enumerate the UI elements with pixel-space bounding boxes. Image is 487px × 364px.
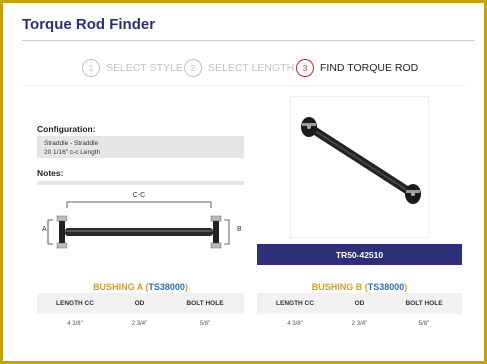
step-select-length[interactable]: 2 SELECT LENGTH <box>184 59 294 77</box>
bushing-b-col-od: OD <box>354 300 365 307</box>
step-label: SELECT LENGTH <box>208 62 295 74</box>
step-number: 2 <box>184 59 202 77</box>
b-bracket <box>224 219 230 245</box>
notes-box <box>37 181 244 185</box>
torque-rod-image <box>290 96 429 238</box>
torque-rod-finder-panel: Torque Rod Finder 1 SELECT STYLE 2 SELEC… <box>0 0 487 364</box>
bushing-a-title-text: BUSHING A ( <box>93 282 149 292</box>
configuration-style: Straddle - Straddle <box>44 140 99 147</box>
bushing-a-title-close: ) <box>184 282 188 292</box>
bushing-a-title: BUSHING A (TS38000) <box>37 282 244 292</box>
bushing-b-col-length: LENGTH CC <box>276 300 314 307</box>
step-find-torque-rod[interactable]: 3 FIND TORQUE ROD <box>296 59 418 77</box>
torque-rod-photo <box>301 117 421 204</box>
step-label: FIND TORQUE ROD <box>320 62 419 74</box>
torque-rod-side-view <box>56 215 222 249</box>
bushing-a-bolt-hole-value: 5/8" <box>199 321 211 327</box>
notes-heading: Notes: <box>37 168 64 178</box>
cc-bracket <box>66 201 212 208</box>
bushing-b-table-row: 4 3/8" 2 3/4" 5/8" <box>257 317 462 331</box>
title-divider <box>22 40 475 41</box>
bushing-a-od-value: 2 3/4" <box>131 321 148 327</box>
page-title: Torque Rod Finder <box>22 16 156 33</box>
cc-label: C-C <box>133 192 145 199</box>
bushing-b-title-text: BUSHING B ( <box>311 282 368 292</box>
step-number: 1 <box>82 59 100 77</box>
a-bracket <box>47 219 53 245</box>
step-number: 3 <box>296 59 314 77</box>
configuration-length: 20 1/16" c-c Length <box>44 149 101 156</box>
bushing-b-title-close: ) <box>404 282 408 292</box>
part-number-button[interactable]: TR50-42510 <box>257 244 462 265</box>
bushing-b-part-link[interactable]: TS38000 <box>368 282 405 292</box>
a-label: A <box>42 226 47 233</box>
bushing-a-col-od: OD <box>134 300 145 307</box>
bushing-a-table-row: 4 3/8" 2 3/4" 5/8" <box>37 317 244 331</box>
bushing-b-col-bolt-hole: BOLT HOLE <box>405 300 443 307</box>
bushing-b-bolt-hole-value: 5/8" <box>418 321 430 327</box>
configuration-box: Straddle - Straddle 20 1/16" c-c Length <box>37 136 244 158</box>
bushing-a-part-link[interactable]: TS38000 <box>148 282 185 292</box>
bushing-a-length-value: 4 3/8" <box>67 321 83 327</box>
configuration-heading: Configuration: <box>37 124 96 134</box>
step-select-style[interactable]: 1 SELECT STYLE <box>82 59 183 77</box>
bushing-a-col-length: LENGTH CC <box>56 300 94 307</box>
steps-divider <box>23 85 466 86</box>
bushing-a-table-header: LENGTH CC OD BOLT HOLE <box>37 293 244 314</box>
step-label: SELECT STYLE <box>106 62 183 74</box>
dimension-diagram: C-C A B <box>42 192 242 249</box>
bushing-b-title: BUSHING B (TS38000) <box>257 282 462 292</box>
bushing-b-table-header: LENGTH CC OD BOLT HOLE <box>257 293 462 314</box>
bushing-a-col-bolt-hole: BOLT HOLE <box>186 300 224 307</box>
bushing-b-length-value: 4 3/8" <box>287 321 303 327</box>
b-label: B <box>237 226 242 233</box>
bushing-b-od-value: 2 3/4" <box>351 321 368 327</box>
